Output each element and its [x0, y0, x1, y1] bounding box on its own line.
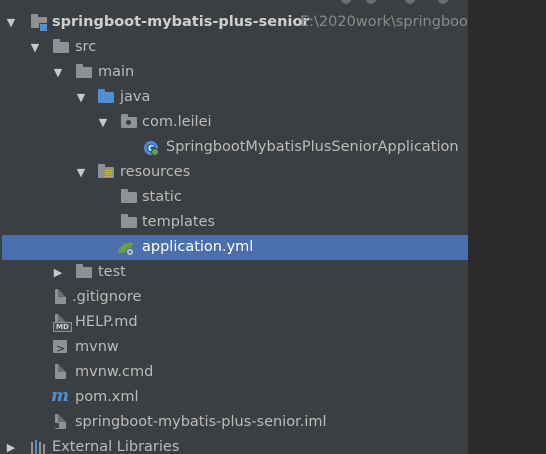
project-tree-panel: ▼ springboot-mybatis-plus-senior E:\2020… — [0, 0, 468, 454]
maven-icon: m — [51, 386, 69, 406]
tree-item-label: mvnw.cmd — [75, 364, 154, 380]
module-file-icon — [52, 414, 70, 431]
folder-icon — [75, 264, 93, 281]
source-folder-icon — [97, 89, 115, 106]
tree-item-label: application.yml — [142, 239, 254, 255]
tree-item-label: springboot-mybatis-plus-senior.iml — [75, 414, 327, 430]
chevron-down-icon[interactable]: ▼ — [4, 10, 18, 35]
tree-item-java[interactable]: ▼ java — [0, 85, 468, 110]
tree-item-label: com.leilei — [142, 114, 212, 130]
tree-item-resources[interactable]: ▼ resources — [0, 160, 468, 185]
tree-item-label: src — [75, 39, 97, 55]
libraries-icon — [30, 439, 48, 454]
module-folder-icon — [30, 14, 48, 32]
chevron-right-icon[interactable]: ▶ — [4, 435, 18, 454]
tree-item-test[interactable]: ▶ test — [0, 260, 468, 285]
tree-item-main[interactable]: ▼ main — [0, 60, 468, 85]
project-path: E:\2020work\springboo — [300, 14, 468, 30]
folder-icon — [120, 214, 138, 231]
tree-item-templates[interactable]: templates — [0, 210, 468, 235]
tree-item-src[interactable]: ▼ src — [0, 35, 468, 60]
spring-boot-class-icon: C — [143, 139, 161, 156]
tree-item-help-md[interactable]: MD HELP.md — [0, 310, 468, 335]
toolbar-icon[interactable] — [405, 0, 415, 4]
chevron-down-icon[interactable]: ▼ — [51, 60, 65, 85]
toolbar-icon[interactable] — [438, 0, 448, 4]
file-icon — [52, 364, 70, 381]
folder-icon — [120, 189, 138, 206]
shell-script-icon: > — [52, 339, 70, 356]
tree-item-package[interactable]: ▼ com.leilei — [0, 110, 468, 135]
folder-icon — [75, 64, 93, 81]
chevron-down-icon[interactable]: ▼ — [74, 160, 88, 185]
tree-item-pom-xml[interactable]: m pom.xml — [0, 385, 468, 410]
tree-item-external-libraries[interactable]: ▶ External Libraries — [0, 435, 468, 454]
tree-item-mvnw-cmd[interactable]: mvnw.cmd — [0, 360, 468, 385]
toolbar-icon[interactable] — [341, 0, 351, 4]
package-icon — [120, 114, 138, 131]
chevron-right-icon[interactable]: ▶ — [51, 260, 65, 285]
tree-item-label: static — [142, 189, 182, 205]
tree-item-label: .gitignore — [72, 289, 142, 305]
toolbar-icon[interactable] — [366, 0, 376, 4]
tree-item-iml[interactable]: springboot-mybatis-plus-senior.iml — [0, 410, 468, 435]
chevron-down-icon[interactable]: ▼ — [74, 85, 88, 110]
tree-item-label: resources — [120, 164, 191, 180]
chevron-down-icon[interactable]: ▼ — [96, 110, 110, 135]
tree-item-label: test — [98, 264, 126, 280]
editor-gutter — [468, 0, 546, 454]
toolbar-strip — [0, 0, 468, 4]
project-name: springboot-mybatis-plus-senior — [52, 14, 310, 30]
tree-item-mvnw[interactable]: > mvnw — [0, 335, 468, 360]
tree-item-label: mvnw — [75, 339, 119, 355]
tree-item-label: SpringbootMybatisPlusSeniorApplication — [166, 139, 459, 155]
folder-icon — [52, 39, 70, 56]
markdown-file-icon: MD — [52, 314, 72, 332]
tree-item-label: HELP.md — [75, 314, 138, 330]
tree-item-gitignore[interactable]: .gitignore — [0, 285, 468, 310]
tree-item-label: main — [98, 64, 135, 80]
tree-item-label: templates — [142, 214, 216, 230]
tree-item-application-yml[interactable]: application.yml — [2, 235, 468, 260]
chevron-down-icon[interactable]: ▼ — [28, 35, 42, 60]
spring-config-icon — [117, 239, 135, 256]
tree-item-label: pom.xml — [75, 389, 139, 405]
tree-item-label: java — [120, 89, 151, 105]
tree-item-static[interactable]: static — [0, 185, 468, 210]
tree-item-application-class[interactable]: C SpringbootMybatisPlusSeniorApplication — [0, 135, 468, 160]
tree-item-label: External Libraries — [52, 439, 180, 454]
file-icon — [52, 289, 70, 306]
tree-item-project-root[interactable]: ▼ springboot-mybatis-plus-senior E:\2020… — [0, 10, 468, 35]
resources-folder-icon — [97, 164, 115, 181]
